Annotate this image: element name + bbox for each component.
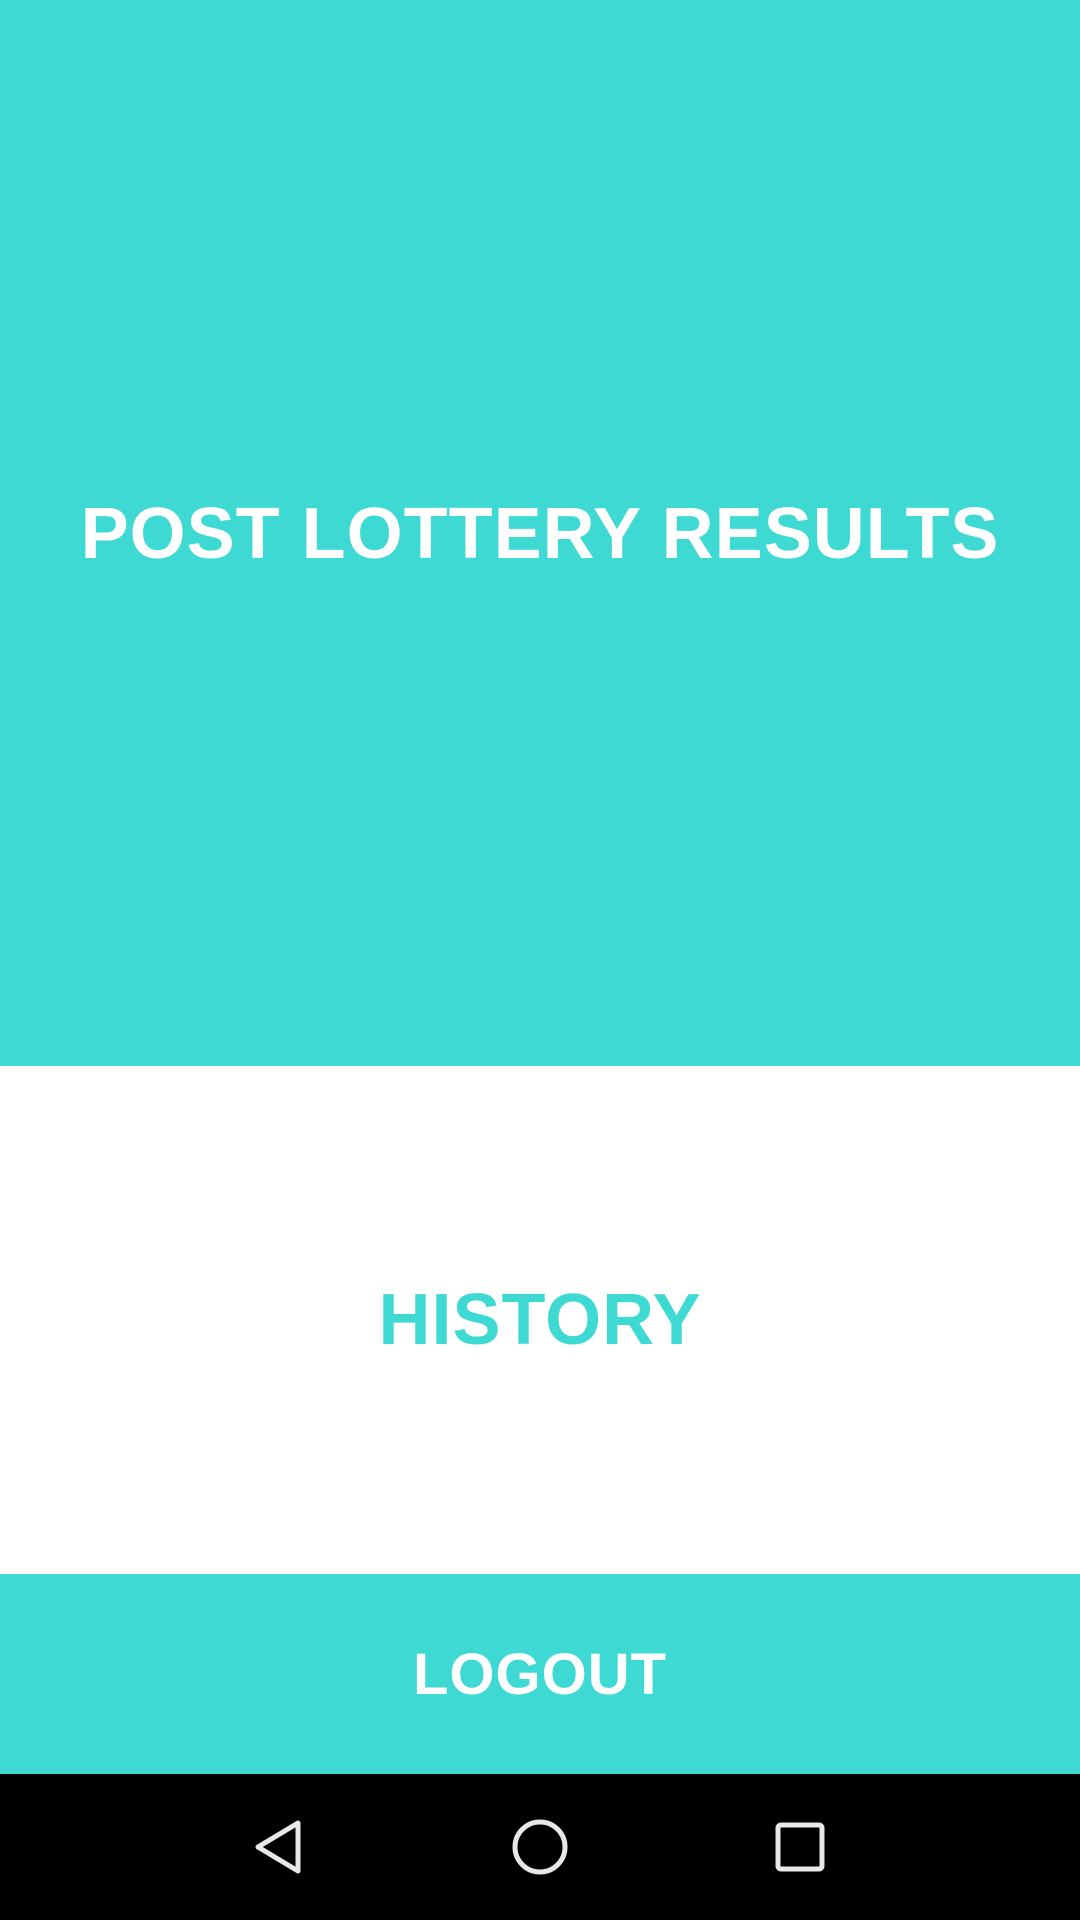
- post-lottery-results-button[interactable]: POST LOTTERY RESULTS: [0, 0, 1080, 1066]
- home-icon: [512, 1819, 568, 1875]
- recents-icon: [775, 1822, 825, 1872]
- system-navigation-bar: [0, 1774, 1080, 1920]
- recents-button[interactable]: [740, 1787, 860, 1907]
- history-label: HISTORY: [378, 1280, 702, 1360]
- app-screen: POST LOTTERY RESULTS HISTORY LOGOUT: [0, 0, 1080, 1920]
- back-icon: [255, 1820, 301, 1874]
- logout-button[interactable]: LOGOUT: [0, 1574, 1080, 1774]
- home-button[interactable]: [480, 1787, 600, 1907]
- logout-label: LOGOUT: [412, 1641, 668, 1707]
- post-lottery-results-label: POST LOTTERY RESULTS: [80, 494, 1000, 574]
- back-button[interactable]: [220, 1787, 340, 1907]
- history-button[interactable]: HISTORY: [0, 1066, 1080, 1574]
